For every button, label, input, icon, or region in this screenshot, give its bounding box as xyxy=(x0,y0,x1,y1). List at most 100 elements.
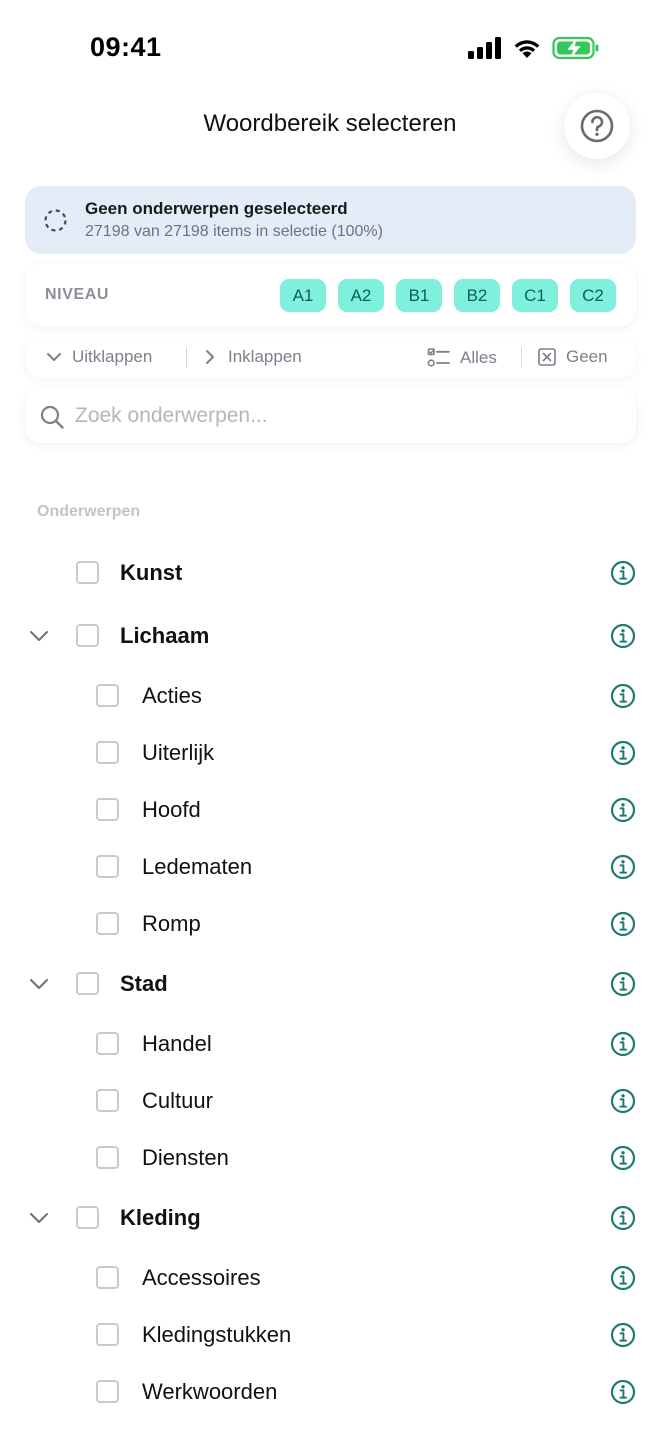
selection-summary: Geen onderwerpen geselecteerd 27198 van … xyxy=(25,186,636,254)
topic-checkbox[interactable] xyxy=(76,561,99,584)
topic-label: Werkwoorden xyxy=(142,1379,278,1404)
select-all-button[interactable]: Alles xyxy=(427,347,497,369)
level-filter: NIVEAU A1 A2 B1 B2 C1 C2 xyxy=(25,264,636,326)
info-icon[interactable] xyxy=(610,1145,636,1171)
topic-label: Hoofd xyxy=(142,797,201,822)
info-icon[interactable] xyxy=(610,560,636,586)
info-icon[interactable] xyxy=(610,971,636,997)
subtopic-row[interactable]: Accessoires xyxy=(0,1258,660,1298)
topic-label: Uiterlijk xyxy=(142,740,215,765)
info-icon[interactable] xyxy=(610,1379,636,1405)
level-chip-c2[interactable]: C2 xyxy=(570,279,616,312)
divider xyxy=(186,347,187,368)
square-x-icon xyxy=(538,348,556,366)
section-label: Onderwerpen xyxy=(37,503,141,520)
subtopic-row[interactable]: Hoofd xyxy=(0,790,660,830)
info-icon[interactable] xyxy=(610,623,636,649)
info-icon[interactable] xyxy=(610,1265,636,1291)
level-chips: A1 A2 B1 B2 C1 C2 xyxy=(280,279,616,312)
page-title: Woordbereik selecteren xyxy=(203,110,457,137)
status-bar: 09:41 xyxy=(0,0,660,96)
checklist-icon xyxy=(427,348,450,367)
topic-checkbox[interactable] xyxy=(76,972,99,995)
info-icon[interactable] xyxy=(610,854,636,880)
topic-label: Accessoires xyxy=(142,1265,261,1290)
topic-checkbox[interactable] xyxy=(96,741,119,764)
topic-row[interactable]: Stad xyxy=(0,964,660,1004)
info-icon[interactable] xyxy=(610,1205,636,1231)
topic-checkbox[interactable] xyxy=(96,798,119,821)
info-icon[interactable] xyxy=(610,797,636,823)
loading-spinner-icon xyxy=(44,209,67,232)
topic-label: Stad xyxy=(120,971,168,996)
topic-label: Diensten xyxy=(142,1145,229,1170)
topic-checkbox[interactable] xyxy=(76,1206,99,1229)
selection-title: Geen onderwerpen geselecteerd xyxy=(85,199,348,218)
subtopic-row[interactable]: Diensten xyxy=(0,1138,660,1178)
status-time: 09:41 xyxy=(90,32,162,62)
select-all-label: Alles xyxy=(460,348,497,367)
status-icons xyxy=(468,36,600,60)
divider xyxy=(521,347,522,368)
subtopic-row[interactable]: Cultuur xyxy=(0,1081,660,1121)
topic-checkbox[interactable] xyxy=(76,624,99,647)
topic-checkbox[interactable] xyxy=(96,1146,119,1169)
topic-label: Handel xyxy=(142,1031,212,1056)
chevron-down-icon[interactable] xyxy=(28,626,50,646)
tree-actions: Uitklappen Inklappen Alles Geen xyxy=(25,337,636,378)
info-icon[interactable] xyxy=(610,911,636,937)
level-chip-b1[interactable]: B1 xyxy=(396,279,442,312)
topic-row[interactable]: Kleding xyxy=(0,1198,660,1238)
chevron-down-icon xyxy=(47,353,61,361)
search-input[interactable] xyxy=(75,401,615,431)
question-circle-icon xyxy=(580,109,614,143)
topic-label: Kleding xyxy=(120,1205,201,1230)
topic-checkbox[interactable] xyxy=(96,855,119,878)
topic-checkbox[interactable] xyxy=(96,1089,119,1112)
topic-checkbox[interactable] xyxy=(96,1266,119,1289)
select-none-label: Geen xyxy=(566,347,608,366)
info-icon[interactable] xyxy=(610,740,636,766)
topic-label: Kunst xyxy=(120,560,183,585)
level-chip-b2[interactable]: B2 xyxy=(454,279,500,312)
level-chip-a2[interactable]: A2 xyxy=(338,279,384,312)
subtopic-row[interactable]: Werkwoorden xyxy=(0,1372,660,1412)
topic-checkbox[interactable] xyxy=(96,1380,119,1403)
info-icon[interactable] xyxy=(610,1088,636,1114)
subtopic-row[interactable]: Romp xyxy=(0,904,660,944)
select-none-button[interactable]: Geen xyxy=(537,347,608,367)
topic-label: Cultuur xyxy=(142,1088,213,1113)
level-label: NIVEAU xyxy=(45,286,110,303)
collapse-all-button[interactable]: Inklappen xyxy=(201,347,302,367)
level-chip-c1[interactable]: C1 xyxy=(512,279,558,312)
topic-row[interactable]: Kunst xyxy=(0,553,660,593)
info-icon[interactable] xyxy=(610,1031,636,1057)
chevron-down-icon[interactable] xyxy=(28,974,50,994)
topic-label: Lichaam xyxy=(120,623,210,648)
topic-label: Kledingstukken xyxy=(142,1322,292,1347)
topic-label: Acties xyxy=(142,683,202,708)
subtopic-row[interactable]: Uiterlijk xyxy=(0,733,660,773)
topic-label: Ledematen xyxy=(142,854,253,879)
info-icon[interactable] xyxy=(610,1322,636,1348)
topic-label: Romp xyxy=(142,911,201,936)
expand-all-button[interactable]: Uitklappen xyxy=(45,347,152,367)
info-icon[interactable] xyxy=(610,683,636,709)
topic-row[interactable]: Lichaam xyxy=(0,616,660,656)
topic-checkbox[interactable] xyxy=(96,1032,119,1055)
topic-checkbox[interactable] xyxy=(96,912,119,935)
chevron-down-icon[interactable] xyxy=(28,1208,50,1228)
topic-checkbox[interactable] xyxy=(96,684,119,707)
search-icon xyxy=(40,405,64,429)
collapse-all-label: Inklappen xyxy=(228,347,302,366)
subtopic-row[interactable]: Kledingstukken xyxy=(0,1315,660,1355)
subtopic-row[interactable]: Handel xyxy=(0,1024,660,1064)
wifi-icon xyxy=(512,40,540,58)
signal-icon xyxy=(468,37,501,59)
chevron-right-icon xyxy=(206,350,214,364)
subtopic-row[interactable]: Ledematen xyxy=(0,847,660,887)
topic-checkbox[interactable] xyxy=(96,1323,119,1346)
level-chip-a1[interactable]: A1 xyxy=(280,279,326,312)
subtopic-row[interactable]: Acties xyxy=(0,676,660,716)
help-button[interactable] xyxy=(564,93,630,159)
